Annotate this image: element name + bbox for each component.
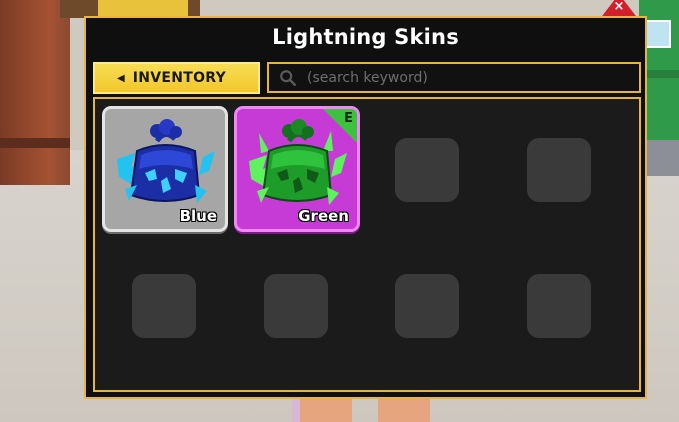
character-detail	[292, 398, 300, 422]
inventory-button[interactable]: ◀ INVENTORY	[93, 62, 260, 94]
skin-name-blue: Blue	[179, 207, 217, 225]
empty-slot	[527, 138, 591, 202]
character-leg-left	[300, 398, 352, 422]
character-leg-right	[378, 398, 430, 422]
yellow-pillar	[98, 0, 188, 16]
skins-grid: Blue E Green	[93, 97, 641, 392]
empty-slot	[264, 274, 328, 338]
skin-card-green[interactable]: E Green	[234, 106, 360, 232]
blue-lightning-fruit-icon	[117, 119, 215, 203]
empty-slot	[395, 274, 459, 338]
equipped-badge-letter: E	[344, 111, 353, 126]
empty-slot	[527, 274, 591, 338]
brick-wall	[0, 0, 70, 185]
close-icon[interactable]: ×	[614, 0, 625, 13]
empty-slot	[132, 274, 196, 338]
search-bar[interactable]	[267, 62, 641, 93]
green-lightning-fruit-icon	[249, 119, 347, 205]
lightning-skins-panel: Lightning Skins ◀ INVENTORY (search keyw…	[84, 16, 647, 399]
left-arrow-icon: ◀	[117, 72, 125, 84]
search-icon	[280, 69, 297, 86]
empty-slot	[395, 138, 459, 202]
panel-title: Lightning Skins	[272, 24, 459, 49]
skin-name-green: Green	[298, 207, 349, 225]
inventory-button-label: INVENTORY	[132, 70, 227, 86]
search-input[interactable]	[305, 68, 609, 87]
skin-card-blue[interactable]: Blue	[102, 106, 228, 232]
